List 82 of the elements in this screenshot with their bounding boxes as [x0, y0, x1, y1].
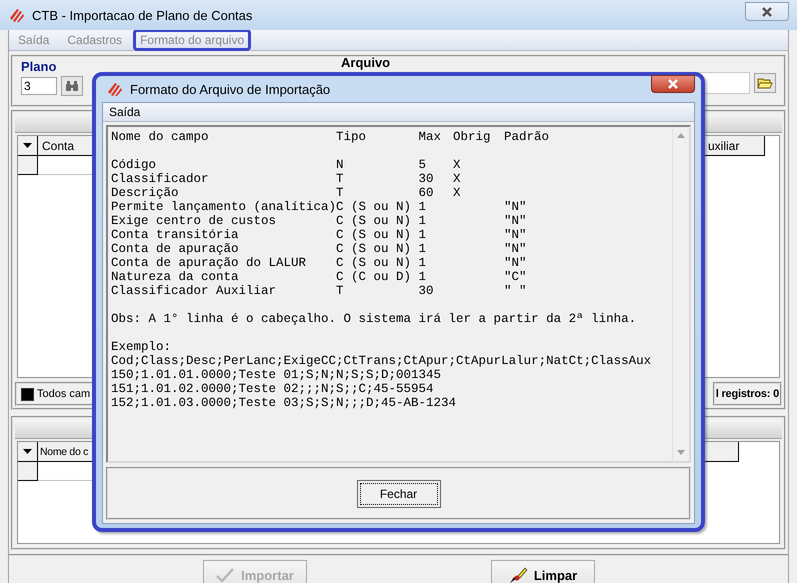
example-line: Cod;Class;Desc;PerLanc;ExigeCC;CtTrans;CtApur;CtApurLalur;NatCt;ClassAux [111, 354, 652, 368]
max-length-text: 60 [418, 186, 435, 200]
app-logo-icon [106, 80, 124, 98]
required-mark: X [453, 186, 462, 200]
column-heading: Max [418, 130, 442, 144]
default-value-text: " " [504, 284, 528, 298]
example-label: Exemplo: [111, 340, 172, 354]
required-mark: X [453, 158, 462, 172]
close-dialog-button[interactable]: Fechar [356, 480, 440, 508]
default-value-text: "N" [504, 228, 528, 242]
field-type-text: T [336, 186, 345, 200]
max-length-text: 30 [418, 172, 435, 186]
default-value-text: "N" [504, 200, 528, 214]
field-name-text: Classificador [111, 172, 210, 186]
plano-field[interactable]: 3 [21, 77, 57, 95]
max-length-text: 5 [418, 158, 428, 172]
plano-label: Plano [21, 59, 58, 74]
max-length-text: 1 [418, 256, 428, 270]
field-type-text: C (S ou N) [336, 256, 412, 270]
field-name-text: Conta de apuração do LALUR [111, 256, 308, 270]
max-length-text: 1 [418, 228, 428, 242]
column-heading: Nome do campo [111, 130, 210, 144]
row-indicator[interactable] [18, 462, 38, 481]
max-length-text: 30 [418, 284, 435, 298]
note-text: Obs: A 1° linha é o cabeçalho. O sistema irá ler a partir da 2ª linha. [111, 312, 638, 326]
dialog-title: Formato do Arquivo de Importação [130, 82, 330, 96]
example-line: 152;1.01.03.0000;Teste 03;S;S;N;;;D;45-AB-1234 [111, 396, 458, 410]
column-menu-button[interactable] [18, 136, 38, 156]
app-logo-icon [8, 6, 26, 24]
close-icon [761, 6, 773, 16]
required-mark: X [453, 172, 462, 186]
column-heading: Tipo [336, 130, 368, 144]
dropdown-icon [23, 143, 32, 148]
default-value-text: "N" [504, 242, 528, 256]
field-name-text: Permite lançamento (analítica) [111, 200, 336, 214]
dropdown-icon [23, 449, 32, 454]
checkbox-label: Todos cam [37, 388, 90, 400]
menu-item[interactable]: Saída [109, 105, 140, 119]
search-button[interactable] [61, 76, 83, 96]
default-value-text: "C" [504, 270, 528, 284]
column-heading: Obrig [453, 130, 492, 144]
field-name-text: Código [111, 158, 158, 172]
open-file-button[interactable] [754, 73, 776, 93]
example-line: 150;1.01.01.0000;Teste 01;S;N;N;S;S;D;001345 [111, 368, 442, 382]
field-type-text: C (S ou N) [336, 242, 412, 256]
close-icon [667, 79, 679, 89]
check-icon [215, 566, 236, 583]
scroll-down-icon [677, 450, 685, 455]
max-length-text: 1 [418, 270, 428, 284]
field-type-text: T [336, 284, 345, 298]
column-menu-button[interactable] [18, 442, 38, 462]
checkbox[interactable] [21, 388, 34, 400]
clear-button[interactable]: Limpar [490, 560, 594, 583]
field-name-text: Classificador Auxiliar [111, 284, 278, 298]
close-button[interactable] [745, 2, 789, 21]
window-title: CTB - Importacao de Plano de Contas [32, 8, 252, 22]
field-type-text: C (S ou N) [336, 228, 412, 242]
column-header[interactable]: uxiliar [705, 136, 765, 156]
folder-icon [757, 76, 773, 90]
field-name-text: Descrição [111, 186, 180, 200]
max-length-text: 1 [418, 214, 428, 228]
record-count: l registros: 0 [716, 388, 779, 400]
example-line: 151;1.01.02.0000;Teste 02;;;N;S;;C;45-55954 [111, 382, 435, 396]
field-type-text: N [336, 158, 345, 172]
field-type-text: C (S ou N) [336, 214, 412, 228]
field-type-text: T [336, 172, 345, 186]
max-length-text: 1 [418, 242, 428, 256]
field-name-text: Natureza da conta [111, 270, 240, 284]
max-length-text: 1 [418, 200, 428, 214]
row-indicator[interactable] [18, 156, 38, 175]
column-heading: Padrão [504, 130, 550, 144]
field-name-text: Conta de apuração [111, 242, 240, 256]
field-name-text: Exige centro de custos [111, 214, 278, 228]
close-button[interactable] [651, 75, 695, 93]
arquivo-label: Arquivo [341, 55, 392, 70]
default-value-text: "N" [504, 256, 528, 270]
default-value-text: "N" [504, 214, 528, 228]
brush-icon [508, 566, 528, 583]
field-type-text: C (S ou N) [336, 200, 412, 214]
field-name-text: Conta transitória [111, 228, 240, 242]
field-type-text: C (C ou D) [336, 270, 412, 284]
binoculars-icon [65, 80, 79, 92]
